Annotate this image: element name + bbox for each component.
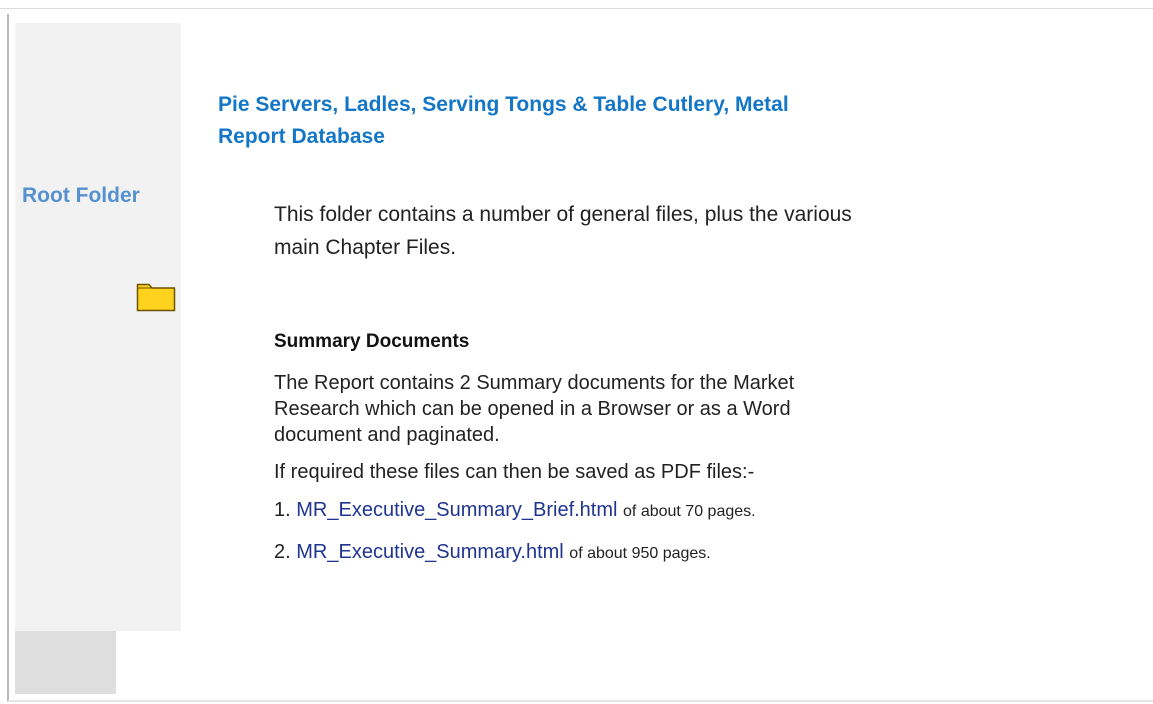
top-divider	[0, 8, 1153, 9]
sidebar-footer-block	[15, 631, 116, 694]
sidebar-title: Root Folder	[22, 184, 140, 207]
pdf-note: If required these files can then be save…	[274, 461, 755, 483]
document-list: 1. MR_Executive_Summary_Brief.html of ab…	[274, 497, 874, 567]
list-number: 1.	[274, 499, 291, 521]
page-count: of about 950 pages.	[569, 545, 711, 562]
section-heading: Summary Documents	[274, 331, 470, 352]
summary-description: The Report contains 2 Summary documents …	[274, 372, 795, 446]
intro-text: This folder contains a number of general…	[274, 203, 852, 259]
report-title: Pie Servers, Ladles, Serving Tongs & Tab…	[218, 93, 789, 148]
page-count: of about 70 pages.	[623, 503, 756, 520]
document-item: 1. MR_Executive_Summary_Brief.html of ab…	[274, 497, 874, 525]
main-content: This folder contains a number of general…	[274, 198, 874, 567]
list-number: 2.	[274, 541, 291, 563]
document-item: 2. MR_Executive_Summary.html of about 95…	[274, 539, 874, 567]
executive-summary-brief-link[interactable]: MR_Executive_Summary_Brief.html	[296, 499, 617, 521]
executive-summary-link[interactable]: MR_Executive_Summary.html	[296, 541, 563, 563]
folder-icon[interactable]	[136, 282, 176, 312]
sidebar	[15, 23, 181, 631]
